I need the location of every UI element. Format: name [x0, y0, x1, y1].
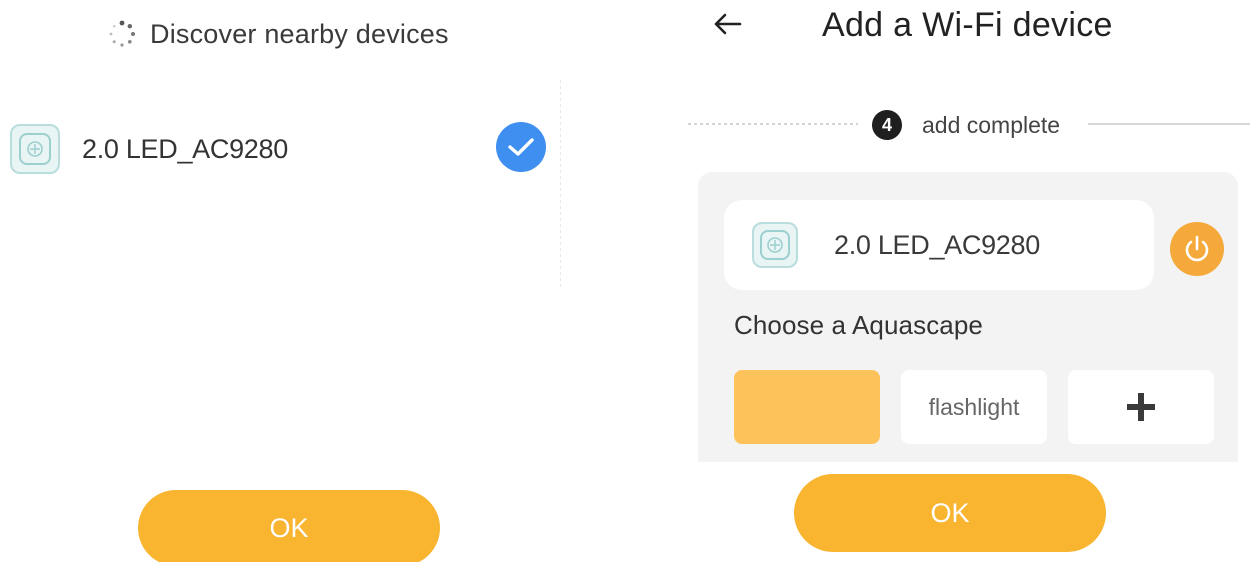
device-name: 2.0 LED_AC9280	[834, 229, 1040, 260]
discover-title: Discover nearby devices	[150, 18, 449, 49]
light-device-icon	[752, 222, 798, 268]
screen-divider	[560, 80, 561, 290]
loading-spinner-icon	[109, 20, 135, 47]
checkmark-icon[interactable]	[496, 122, 546, 172]
add-device-screen: Add a Wi-Fi device 4 add complete 2.0 LE…	[686, 0, 1250, 562]
back-arrow-icon[interactable]	[708, 4, 748, 44]
ok-button[interactable]: OK	[138, 490, 440, 562]
page-title: Add a Wi-Fi device	[822, 6, 1113, 44]
discover-header: Discover nearby devices	[108, 14, 449, 54]
step-line-right	[1088, 123, 1250, 125]
aquascape-options: flashlight	[734, 370, 1216, 446]
aquascape-tile-flashlight[interactable]: flashlight	[901, 370, 1047, 444]
light-device-icon	[10, 124, 60, 174]
power-icon[interactable]	[1170, 222, 1224, 276]
device-setup-panel: 2.0 LED_AC9280 Choose a Aquascape flashl…	[698, 172, 1238, 462]
plus-icon	[1127, 393, 1155, 421]
discover-screen: Discover nearby devices 2.0 LED_AC9280 O…	[0, 0, 560, 562]
aquascape-tile-selected[interactable]	[734, 370, 880, 444]
app-stage: Discover nearby devices 2.0 LED_AC9280 O…	[0, 0, 1250, 562]
device-name: 2.0 LED_AC9280	[82, 133, 288, 164]
step-number-badge: 4	[872, 110, 902, 140]
device-list-item[interactable]: 2.0 LED_AC9280	[10, 122, 550, 176]
add-aquascape-button[interactable]	[1068, 370, 1214, 444]
ok-button[interactable]: OK	[794, 474, 1106, 552]
choose-aquascape-label: Choose a Aquascape	[734, 310, 983, 340]
progress-steps: 4 add complete	[686, 104, 1250, 144]
device-card[interactable]: 2.0 LED_AC9280	[724, 200, 1154, 290]
step-label: add complete	[922, 112, 1061, 138]
step-line-left	[688, 123, 858, 125]
